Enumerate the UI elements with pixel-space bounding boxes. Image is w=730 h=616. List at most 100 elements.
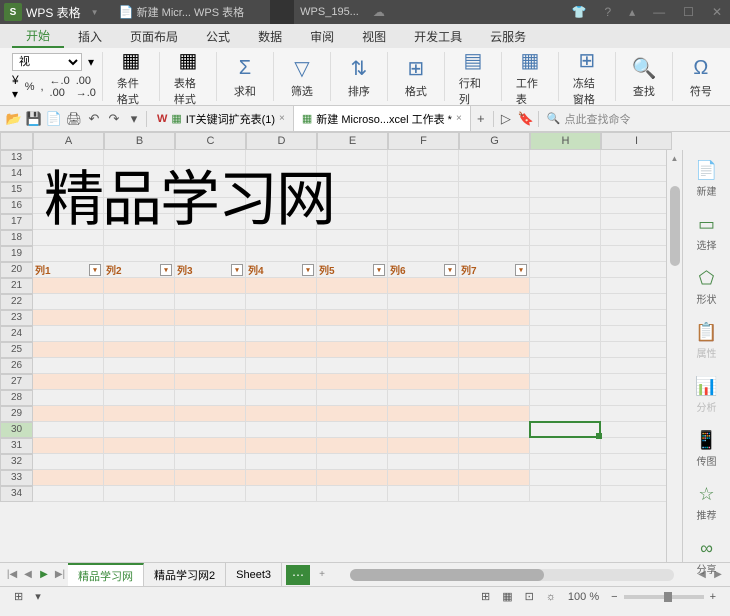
cell[interactable]: [601, 310, 666, 326]
view-normal-icon[interactable]: ⊞: [481, 590, 490, 603]
cell[interactable]: [317, 166, 388, 182]
cell[interactable]: [246, 230, 317, 246]
cell[interactable]: [33, 470, 104, 486]
cell[interactable]: [388, 182, 459, 198]
view-page-icon[interactable]: ▦: [502, 590, 512, 603]
cell[interactable]: [388, 214, 459, 230]
cell[interactable]: [246, 342, 317, 358]
cell[interactable]: [246, 246, 317, 262]
filter-dropdown-icon[interactable]: ▾: [444, 264, 456, 276]
cell[interactable]: [104, 198, 175, 214]
row-header[interactable]: 21: [0, 278, 33, 294]
cell[interactable]: [317, 390, 388, 406]
tshirt-icon[interactable]: 👕: [568, 5, 591, 19]
cell[interactable]: [530, 150, 601, 166]
cell[interactable]: 列3▾: [175, 262, 246, 278]
cell[interactable]: [317, 422, 388, 438]
cell[interactable]: [175, 310, 246, 326]
cell[interactable]: [530, 422, 601, 438]
cell[interactable]: [33, 406, 104, 422]
row-header[interactable]: 18: [0, 230, 33, 246]
cell[interactable]: [33, 294, 104, 310]
scroll-up-icon[interactable]: ▲: [667, 150, 682, 166]
cell[interactable]: [601, 438, 666, 454]
cell[interactable]: [388, 358, 459, 374]
cell[interactable]: [388, 278, 459, 294]
cell[interactable]: [33, 438, 104, 454]
cell[interactable]: [104, 246, 175, 262]
cell[interactable]: [33, 198, 104, 214]
cell[interactable]: [104, 390, 175, 406]
cell[interactable]: [601, 278, 666, 294]
cell[interactable]: [601, 198, 666, 214]
cell[interactable]: [530, 182, 601, 198]
cell[interactable]: [33, 214, 104, 230]
menu-review[interactable]: 审阅: [296, 24, 348, 48]
row-header[interactable]: 28: [0, 390, 33, 406]
maximize-button[interactable]: ☐: [679, 5, 698, 19]
cell[interactable]: [530, 294, 601, 310]
view-break-icon[interactable]: ⊡: [525, 590, 534, 603]
filter-dropdown-icon[interactable]: ▾: [302, 264, 314, 276]
cell[interactable]: [530, 230, 601, 246]
row-header[interactable]: 24: [0, 326, 33, 342]
cell[interactable]: [317, 438, 388, 454]
cell[interactable]: [388, 342, 459, 358]
filter-button[interactable]: ▽ 筛选: [280, 53, 324, 101]
cell[interactable]: [104, 326, 175, 342]
vertical-scrollbar[interactable]: ▲: [666, 150, 682, 562]
col-header-B[interactable]: B: [104, 132, 175, 150]
cell[interactable]: [530, 310, 601, 326]
cell[interactable]: [175, 342, 246, 358]
cell[interactable]: [175, 166, 246, 182]
sheet-nav-prev[interactable]: ◀: [20, 569, 36, 580]
cell[interactable]: [104, 438, 175, 454]
cell[interactable]: [459, 214, 530, 230]
cell[interactable]: [459, 374, 530, 390]
cell[interactable]: [33, 246, 104, 262]
cell[interactable]: [246, 406, 317, 422]
cell[interactable]: [317, 198, 388, 214]
row-header[interactable]: 23: [0, 310, 33, 326]
cell[interactable]: [388, 150, 459, 166]
cell[interactable]: [601, 374, 666, 390]
menu-start[interactable]: 开始: [12, 24, 64, 48]
cond-format-button[interactable]: ▦ 条件格式: [109, 45, 153, 109]
cell[interactable]: [104, 406, 175, 422]
cell[interactable]: [104, 230, 175, 246]
row-header[interactable]: 13: [0, 150, 33, 166]
cell[interactable]: [104, 358, 175, 374]
rowcol-button[interactable]: ▤ 行和列: [451, 45, 495, 109]
cell[interactable]: [459, 294, 530, 310]
zoom-level[interactable]: 100 %: [568, 591, 599, 603]
redo-icon[interactable]: ↷: [104, 109, 124, 129]
cell[interactable]: [246, 470, 317, 486]
cell[interactable]: [175, 406, 246, 422]
cell[interactable]: [388, 310, 459, 326]
doc-tab-2[interactable]: ▦ 新建 Microso...xcel 工作表 * ×: [294, 106, 471, 131]
help-icon[interactable]: ?: [600, 5, 615, 19]
row-header[interactable]: 15: [0, 182, 33, 198]
col-header-H[interactable]: H: [530, 132, 601, 150]
cell[interactable]: [530, 278, 601, 294]
cell[interactable]: [601, 454, 666, 470]
cell[interactable]: [459, 342, 530, 358]
filter-dropdown-icon[interactable]: ▾: [515, 264, 527, 276]
preview-icon[interactable]: 🖨: [64, 109, 84, 129]
sidebar-item-属性[interactable]: 📋属性: [695, 322, 717, 360]
cell[interactable]: [246, 438, 317, 454]
cell[interactable]: [175, 278, 246, 294]
cell[interactable]: 列5▾: [317, 262, 388, 278]
row-header[interactable]: 33: [0, 470, 33, 486]
cell[interactable]: [530, 342, 601, 358]
row-header[interactable]: 14: [0, 166, 33, 182]
app-dropdown-icon[interactable]: ▼: [91, 8, 99, 17]
cell[interactable]: [246, 390, 317, 406]
more-icon[interactable]: ▾: [124, 109, 144, 129]
print-icon[interactable]: 📄: [44, 109, 64, 129]
row-header[interactable]: 17: [0, 214, 33, 230]
currency-icon[interactable]: ¥ ▾: [12, 73, 19, 101]
cell[interactable]: [175, 214, 246, 230]
cell[interactable]: [317, 454, 388, 470]
undo-icon[interactable]: ↶: [84, 109, 104, 129]
